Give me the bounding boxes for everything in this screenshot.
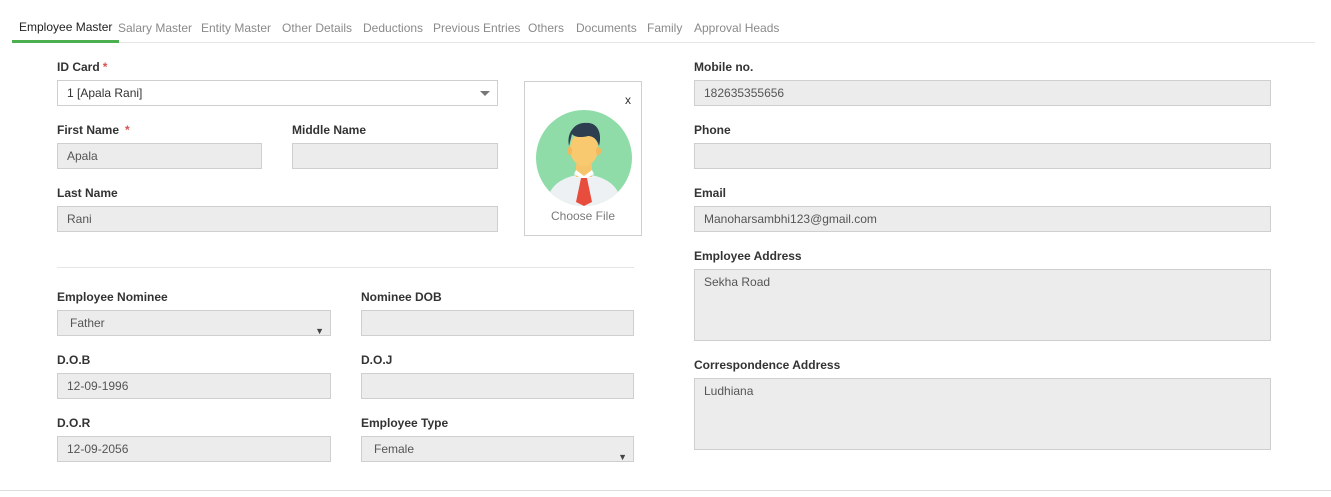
employee-type-label: Employee Type [361, 416, 449, 430]
dob-label: D.O.B [57, 353, 91, 367]
employee-nominee-label: Employee Nominee [57, 290, 168, 304]
tab-documents[interactable]: Documents [576, 14, 637, 42]
tab-bar: Employee Master Salary Master Entity Mas… [12, 14, 1315, 43]
required-mark: * [102, 60, 108, 74]
nominee-dob-input[interactable] [361, 310, 634, 336]
first-name-input[interactable]: Apala [57, 143, 262, 169]
tab-approval-heads[interactable]: Approval Heads [694, 14, 779, 42]
tab-others[interactable]: Others [528, 14, 564, 42]
first-name-label: First Name * [57, 123, 130, 137]
tab-salary-master[interactable]: Salary Master [118, 14, 192, 42]
user-avatar-icon [536, 110, 632, 206]
required-mark: * [125, 123, 130, 137]
tab-entity-master[interactable]: Entity Master [201, 14, 271, 42]
middle-name-input[interactable] [292, 143, 498, 169]
id-card-select[interactable]: 1 [Apala Rani] [57, 80, 498, 106]
mobile-input[interactable]: 182635355656 [694, 80, 1271, 106]
triangle-down-icon: ▼ [315, 326, 324, 336]
employee-nominee-value: Father [70, 316, 105, 330]
tab-deductions[interactable]: Deductions [363, 14, 423, 42]
tab-other-details[interactable]: Other Details [282, 14, 352, 42]
bottom-divider [0, 490, 1331, 491]
close-icon[interactable]: x [625, 94, 631, 106]
tab-employee-master[interactable]: Employee Master [12, 14, 120, 43]
dor-input[interactable]: 12-09-2056 [57, 436, 331, 462]
photo-upload-box: x Choose File [524, 81, 642, 236]
first-name-label-text: First Name [57, 123, 120, 137]
phone-input[interactable] [694, 143, 1271, 169]
last-name-label: Last Name [57, 186, 118, 200]
employee-nominee-select[interactable]: Father ▼ [57, 310, 331, 336]
doj-label: D.O.J [361, 353, 393, 367]
doj-input[interactable] [361, 373, 634, 399]
email-input[interactable]: Manoharsambhi123@gmail.com [694, 206, 1271, 232]
employee-address-label: Employee Address [694, 249, 802, 263]
id-card-label: ID Card * [57, 60, 107, 74]
triangle-down-icon: ▼ [618, 452, 627, 462]
correspondence-address-textarea[interactable]: Ludhiana [694, 378, 1271, 450]
middle-name-label: Middle Name [292, 123, 367, 137]
section-divider [57, 267, 634, 268]
tab-previous-entries[interactable]: Previous Entries [433, 14, 520, 42]
dob-input[interactable]: 12-09-1996 [57, 373, 331, 399]
tab-family[interactable]: Family [647, 14, 682, 42]
id-card-value: 1 [Apala Rani] [67, 86, 143, 100]
correspondence-address-label: Correspondence Address [694, 358, 841, 372]
employee-address-textarea[interactable]: Sekha Road [694, 269, 1271, 341]
employee-type-value: Female [374, 442, 415, 456]
choose-file-button[interactable]: Choose File [525, 209, 641, 223]
caret-down-icon [480, 91, 490, 96]
dor-label: D.O.R [57, 416, 91, 430]
id-card-label-text: ID Card [57, 60, 100, 74]
employee-type-select[interactable]: Female ▼ [361, 436, 634, 462]
email-label: Email [694, 186, 727, 200]
mobile-label: Mobile no. [694, 60, 754, 74]
nominee-dob-label: Nominee DOB [361, 290, 442, 304]
last-name-input[interactable]: Rani [57, 206, 498, 232]
phone-label: Phone [694, 123, 731, 137]
